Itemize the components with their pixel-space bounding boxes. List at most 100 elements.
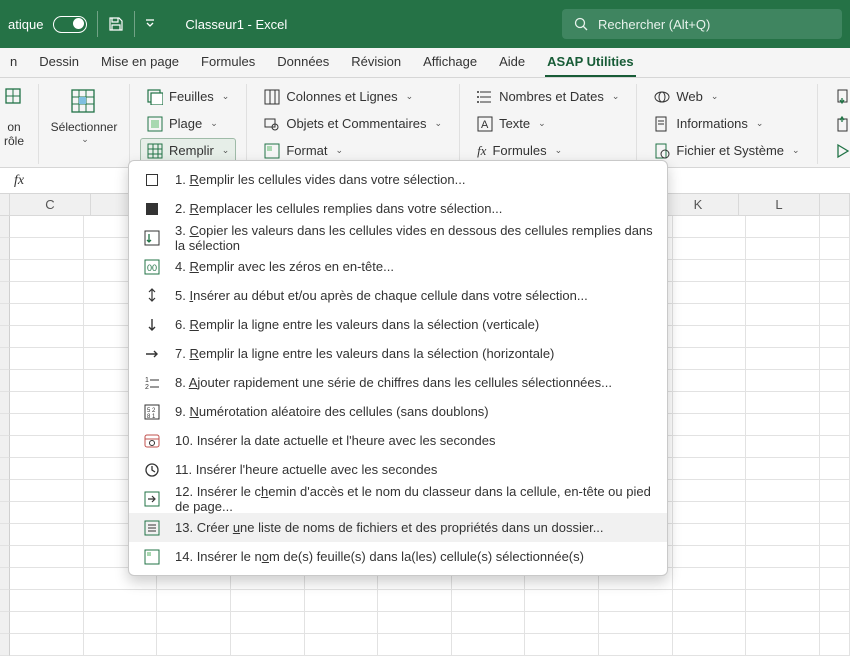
cell[interactable] [673,326,747,348]
cell[interactable] [673,370,747,392]
demarrer-button[interactable]: Démarrer⌄ [828,138,850,163]
cell[interactable] [10,546,84,568]
cell[interactable] [10,436,84,458]
truncated-big-button[interactable]: on rôle [0,84,28,149]
menu-item-7[interactable]: 7. Remplir la ligne entre les valeurs da… [129,339,667,368]
cell[interactable] [673,414,747,436]
cell[interactable] [305,590,379,612]
selectionner-button[interactable]: Sélectionner ⌄ [49,84,119,145]
cell[interactable] [746,480,820,502]
menu-item-8[interactable]: 128. Ajouter rapidement une série de chi… [129,368,667,397]
cell[interactable] [746,502,820,524]
cell[interactable] [10,634,84,656]
cell[interactable] [746,524,820,546]
cell[interactable] [673,260,747,282]
col-header[interactable]: K [658,194,739,215]
cell[interactable] [746,216,820,238]
cell[interactable] [746,326,820,348]
web-button[interactable]: Web⌄ [647,84,806,109]
cell[interactable] [10,282,84,304]
menu-item-3[interactable]: 3. Copier les valeurs dans les cellules … [129,223,667,252]
tab-mise-en-page[interactable]: Mise en page [99,50,181,75]
cell[interactable] [157,612,231,634]
texte-button[interactable]: A Texte⌄ [470,111,626,136]
cell[interactable] [599,590,673,612]
cell[interactable] [10,568,84,590]
tab-truncated[interactable]: n [8,50,19,75]
col-header[interactable]: C [10,194,91,215]
cell[interactable] [305,612,379,634]
menu-item-5[interactable]: 5. Insérer au début et/ou après de chaqu… [129,281,667,310]
menu-item-4[interactable]: 004. Remplir avec les zéros en en-tête..… [129,252,667,281]
cell[interactable] [10,370,84,392]
menu-item-1[interactable]: 1. Remplir les cellules vides dans votre… [129,165,667,194]
cell[interactable] [746,436,820,458]
cell[interactable] [10,392,84,414]
menu-item-13[interactable]: 13. Créer une liste de noms de fichiers … [129,513,667,542]
menu-item-10[interactable]: 10. Insérer la date actuelle et l'heure … [129,426,667,455]
cell[interactable] [305,634,379,656]
cell[interactable] [673,458,747,480]
tab-affichage[interactable]: Affichage [421,50,479,75]
feuilles-button[interactable]: Feuilles⌄ [140,84,236,109]
cell[interactable] [599,634,673,656]
cell[interactable] [673,590,747,612]
cell[interactable] [525,590,599,612]
cell[interactable] [673,238,747,260]
exporter-button[interactable]: Exporter⌄ [828,111,850,136]
importer-button[interactable]: Importer⌄ [828,84,850,109]
tab-revision[interactable]: Révision [349,50,403,75]
cell[interactable] [673,568,747,590]
cell[interactable] [84,590,158,612]
fichier-systeme-button[interactable]: Fichier et Système⌄ [647,138,806,163]
cell[interactable] [231,590,305,612]
customize-qat[interactable] [145,19,155,29]
cell[interactable] [10,524,84,546]
cell[interactable] [746,238,820,260]
cell[interactable] [673,502,747,524]
cell[interactable] [746,348,820,370]
cell[interactable] [673,524,747,546]
cell[interactable] [157,634,231,656]
cell[interactable] [746,282,820,304]
cell[interactable] [525,634,599,656]
cell[interactable] [157,590,231,612]
cell[interactable] [10,260,84,282]
menu-item-2[interactable]: 2. Remplacer les cellules remplies dans … [129,194,667,223]
cell[interactable] [746,392,820,414]
cell[interactable] [673,612,747,634]
autosave-toggle[interactable] [53,16,87,33]
cell[interactable] [673,216,747,238]
cell[interactable] [231,612,305,634]
menu-item-14[interactable]: 14. Insérer le nom de(s) feuille(s) dans… [129,542,667,571]
menu-item-9[interactable]: 5 28 19. Numérotation aléatoire des cell… [129,397,667,426]
plage-button[interactable]: Plage⌄ [140,111,236,136]
tab-formules[interactable]: Formules [199,50,257,75]
cell[interactable] [10,458,84,480]
tab-dessin[interactable]: Dessin [37,50,81,75]
cell[interactable] [84,612,158,634]
cell[interactable] [746,590,820,612]
cell[interactable] [746,458,820,480]
cell[interactable] [673,282,747,304]
cell[interactable] [10,590,84,612]
cell[interactable] [452,634,526,656]
cell[interactable] [378,612,452,634]
cell[interactable] [673,304,747,326]
cell[interactable] [378,590,452,612]
col-header[interactable] [820,194,850,215]
menu-item-12[interactable]: 12. Insérer le chemin d'accès et le nom … [129,484,667,513]
tab-asap-utilities[interactable]: ASAP Utilities [545,50,635,77]
cell[interactable] [10,348,84,370]
cell[interactable] [10,612,84,634]
cell[interactable] [746,546,820,568]
cell[interactable] [10,502,84,524]
objets-commentaires-button[interactable]: Objets et Commentaires⌄ [257,111,449,136]
cell[interactable] [746,568,820,590]
cell[interactable] [452,612,526,634]
cell[interactable] [10,326,84,348]
menu-item-11[interactable]: 11. Insérer l'heure actuelle avec les se… [129,455,667,484]
col-header[interactable]: L [739,194,820,215]
cell[interactable] [10,414,84,436]
cell[interactable] [10,216,84,238]
